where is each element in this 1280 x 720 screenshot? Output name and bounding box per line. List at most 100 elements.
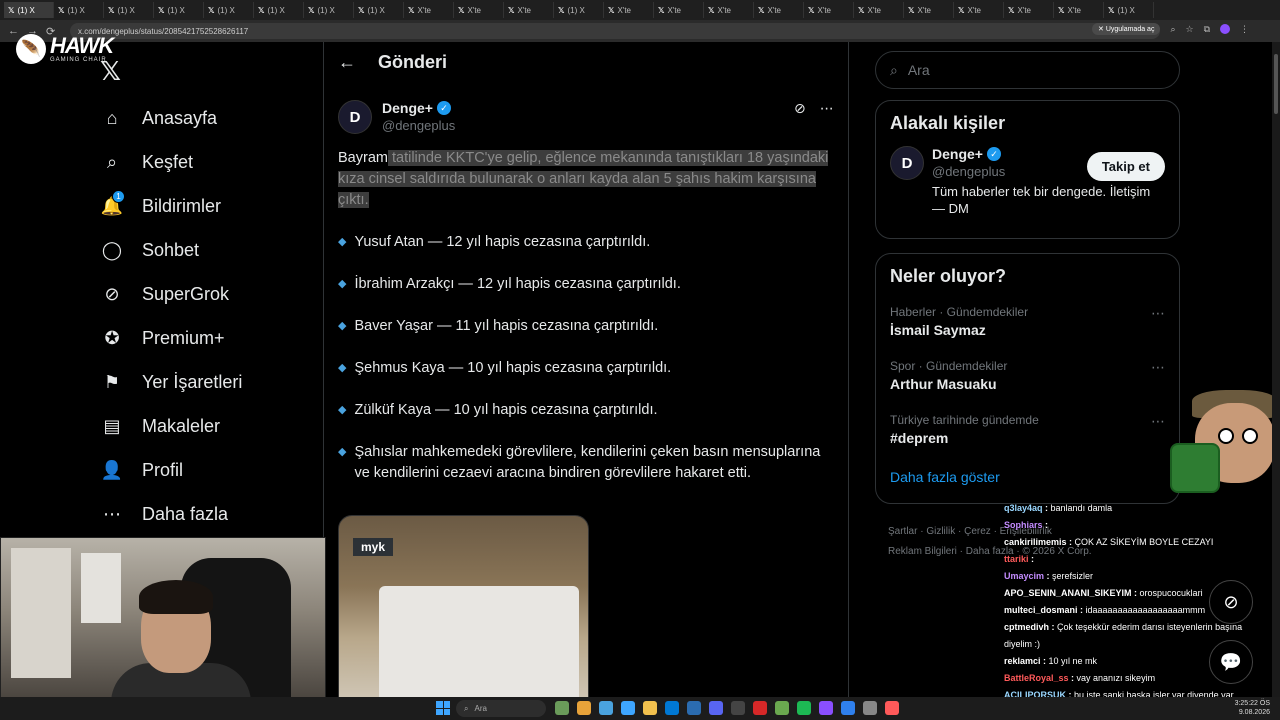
browser-tab[interactable]: 𝕏 (1) X — [104, 2, 154, 18]
url-field[interactable]: x.com/dengeplus/status/20854217525286261… — [70, 23, 1160, 39]
sidebar-item-label: SuperGrok — [142, 283, 230, 304]
browser-tab[interactable]: 𝕏 (1) X — [154, 2, 204, 18]
chat-username[interactable]: ttariki — [1004, 554, 1029, 564]
chat-username[interactable]: APO_SENIN_ANANI_SIKEYIM — [1004, 588, 1132, 598]
sidebar-item-keşfet[interactable]: ⌕ Keşfet — [100, 140, 242, 184]
windows-start-icon[interactable] — [436, 701, 450, 715]
post-author[interactable]: D Denge+ ✓ @dengeplus — [338, 100, 455, 134]
browser-tab[interactable]: 𝕏 (1) X — [54, 2, 104, 18]
browser-tab[interactable]: 𝕏 X'te — [904, 2, 954, 18]
bookmark-star-icon[interactable]: ☆ — [1186, 24, 1194, 35]
taskbar-app-icon[interactable] — [841, 701, 855, 715]
chat-username[interactable]: cankirilimemis — [1004, 537, 1067, 547]
chat-username[interactable]: multeci_dosmani — [1004, 605, 1078, 615]
post-sentence: ◆ Şehmus Kaya — 10 yıl hapis cezasına çar… — [338, 358, 833, 379]
x-tab-icon: 𝕏 — [608, 5, 615, 15]
avatar[interactable]: D — [338, 100, 372, 134]
taskbar-app-icon[interactable] — [731, 701, 745, 715]
author-handle[interactable]: @dengeplus — [382, 118, 455, 133]
sidebar-item-label: Daha fazla — [142, 503, 229, 524]
taskbar-app-icon[interactable] — [665, 701, 679, 715]
messages-float-button[interactable]: 💬 — [1209, 640, 1253, 684]
grok-icon[interactable]: ⊘ — [794, 100, 806, 117]
taskbar-app-icon[interactable] — [687, 701, 701, 715]
sidebar-item-profil[interactable]: 👤 Profil — [100, 448, 242, 492]
chat-username[interactable]: cptmedivh — [1004, 622, 1049, 632]
browser-tab[interactable]: 𝕏 X'te — [1004, 2, 1054, 18]
extensions-icon[interactable]: ⧉ — [1204, 24, 1210, 35]
browser-tab[interactable]: 𝕏 X'te — [404, 2, 454, 18]
more-options-icon[interactable]: ⋯ — [1151, 359, 1165, 376]
browser-tab[interactable]: 𝕏 X'te — [454, 2, 504, 18]
sidebar-item-yer-i-şaretleri[interactable]: ⚑ Yer İşaretleri — [100, 360, 242, 404]
zoom-icon[interactable]: ⌕ — [1170, 24, 1175, 35]
search-input[interactable]: ⌕ Ara — [875, 51, 1180, 89]
trend-item[interactable]: Spor · Gündemdekiler Arthur Masuaku ⋯ — [876, 351, 1179, 405]
browser-tab[interactable]: 𝕏 (1) X — [1104, 2, 1154, 18]
taskbar-app-icon[interactable] — [643, 701, 657, 715]
browser-tab[interactable]: 𝕏 X'te — [854, 2, 904, 18]
browser-tab[interactable]: 𝕏 (1) X — [204, 2, 254, 18]
more-options-icon[interactable]: ⋯ — [820, 100, 834, 117]
sidebar-item-daha-fazla[interactable]: ⋯ Daha fazla — [100, 492, 242, 536]
show-more-link[interactable]: Daha fazla göster — [876, 459, 1179, 499]
browser-tab[interactable]: 𝕏 X'te — [1054, 2, 1104, 18]
taskbar-search[interactable]: ⌕ Ara — [456, 700, 546, 717]
author-name[interactable]: Denge+ — [382, 100, 433, 116]
profile-avatar-icon[interactable] — [1220, 24, 1231, 34]
taskbar-app-icon[interactable] — [753, 701, 767, 715]
menu-icon[interactable]: ⋮ — [1240, 24, 1249, 35]
taskbar-app-icon[interactable] — [775, 701, 789, 715]
more-options-icon[interactable]: ⋯ — [1151, 305, 1165, 322]
follow-button[interactable]: Takip et — [1086, 152, 1165, 181]
browser-address-bar: ← → ⟳ x.com/dengeplus/status/20854217525… — [0, 20, 1280, 42]
open-in-app-button[interactable]: ✕ Uygulamada aç — [1092, 23, 1161, 35]
browser-tab[interactable]: 𝕏 X'te — [804, 2, 854, 18]
taskbar-app-icon[interactable] — [709, 701, 723, 715]
chat-icon: ◯ — [101, 239, 123, 260]
grok-float-button[interactable]: ⊘ — [1209, 580, 1253, 624]
back-arrow-icon[interactable]: ← — [338, 52, 356, 73]
browser-tab[interactable]: 𝕏 X'te — [754, 2, 804, 18]
chat-username[interactable]: q3lay4aq — [1004, 503, 1043, 513]
browser-tab[interactable]: 𝕏 X'te — [604, 2, 654, 18]
taskbar-app-icon[interactable] — [599, 701, 613, 715]
chat-text: ÇOK AZ SİKEYİM BOYLE CEZAYI — [1074, 537, 1214, 547]
chat-username[interactable]: BattleRoyal_ss — [1004, 673, 1069, 683]
sidebar-item-label: Bildirimler — [142, 195, 222, 216]
taskbar-app-icon[interactable] — [577, 701, 591, 715]
scroll-thumb[interactable] — [1274, 54, 1278, 114]
browser-tab[interactable]: 𝕏 X'te — [704, 2, 754, 18]
taskbar-app-icon[interactable] — [797, 701, 811, 715]
sidebar-item-bildirimler[interactable]: 🔔 1 Bildirimler — [100, 184, 242, 228]
browser-tab[interactable]: 𝕏 (1) X — [4, 2, 54, 18]
browser-tab[interactable]: 𝕏 X'te — [954, 2, 1004, 18]
sidebar-item-anasayfa[interactable]: ⌂ Anasayfa — [100, 96, 242, 140]
trend-item[interactable]: Türkiye tarihinde gündemde #deprem ⋯ — [876, 405, 1179, 459]
page-scrollbar[interactable] — [1272, 42, 1280, 697]
browser-tab[interactable]: 𝕏 (1) X — [354, 2, 404, 18]
browser-tab[interactable]: 𝕏 (1) X — [254, 2, 304, 18]
chat-username[interactable]: reklamci — [1004, 656, 1041, 666]
trend-item[interactable]: Haberler · Gündemdekiler İsmail Saymaz ⋯ — [876, 297, 1179, 351]
taskbar-app-icon[interactable] — [621, 701, 635, 715]
browser-tab[interactable]: 𝕏 X'te — [504, 2, 554, 18]
taskbar-app-icon[interactable] — [863, 701, 877, 715]
avatar[interactable]: D — [890, 146, 924, 180]
chat-username[interactable]: Sophiars — [1004, 520, 1043, 530]
sidebar-item-sohbet[interactable]: ◯ Sohbet — [100, 228, 242, 272]
taskbar-app-icon[interactable] — [885, 701, 899, 715]
related-name[interactable]: Denge+ — [932, 146, 983, 162]
sidebar-item-makaleler[interactable]: ▤ Makaleler — [100, 404, 242, 448]
taskbar-clock[interactable]: 3:25:22 ÖS 9.08.2026 — [1235, 699, 1270, 717]
post-media-image[interactable]: myk — [338, 515, 589, 720]
browser-tab[interactable]: 𝕏 X'te — [654, 2, 704, 18]
browser-tab[interactable]: 𝕏 (1) X — [554, 2, 604, 18]
sidebar-item-supergrok[interactable]: ⊘ SuperGrok — [100, 272, 242, 316]
taskbar-app-icon[interactable] — [819, 701, 833, 715]
taskbar-app-icon[interactable] — [555, 701, 569, 715]
chat-username[interactable]: Umaycim — [1004, 571, 1044, 581]
more-options-icon[interactable]: ⋯ — [1151, 413, 1165, 430]
browser-tab[interactable]: 𝕏 (1) X — [304, 2, 354, 18]
sidebar-item-premium-[interactable]: ✪ Premium+ — [100, 316, 242, 360]
